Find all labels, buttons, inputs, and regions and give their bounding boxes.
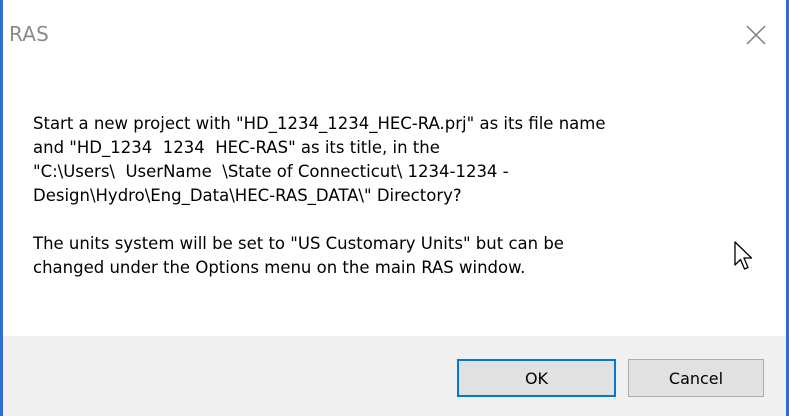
message-line: The units system will be set to "US Cust… — [33, 234, 564, 253]
message-line: and "HD_1234 1234 HEC-RAS" as its title,… — [33, 138, 440, 157]
message-line: Start a new project with "HD_1234_1234_H… — [33, 114, 606, 133]
message-line: changed under the Options menu on the ma… — [33, 258, 526, 277]
window-title: RAS — [9, 22, 50, 46]
cancel-button[interactable]: Cancel — [628, 359, 764, 397]
close-icon — [746, 25, 766, 45]
close-button[interactable] — [732, 12, 780, 58]
message-body: Start a new project with "HD_1234_1234_H… — [33, 112, 756, 280]
title-bar: RAS — [3, 0, 786, 66]
ok-button[interactable]: OK — [457, 359, 616, 397]
mouse-pointer-icon — [734, 241, 754, 277]
button-bar: OK Cancel — [3, 336, 786, 416]
message-line: Design\Hydro\Eng_Data\HEC-RAS_DATA\" Dir… — [33, 186, 462, 205]
message-line: "C:\Users\ UserName \State of Connecticu… — [33, 162, 509, 181]
ras-dialog: RAS Start a new project with "HD_1234_12… — [0, 0, 789, 416]
